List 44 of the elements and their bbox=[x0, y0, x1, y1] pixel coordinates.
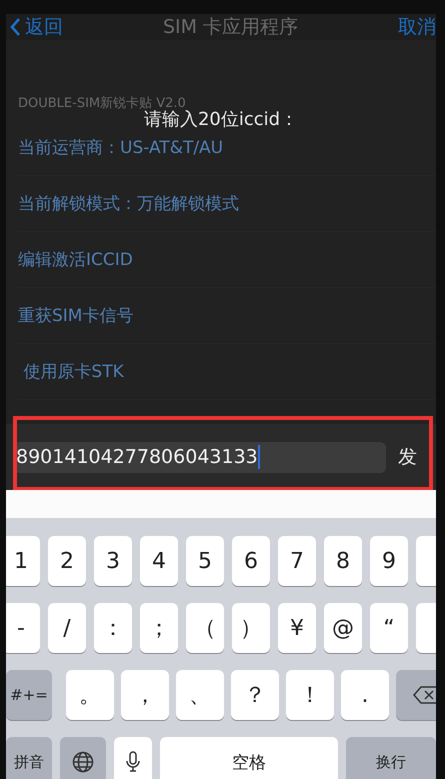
key[interactable]: ？ bbox=[231, 670, 279, 720]
key[interactable]: “ bbox=[370, 603, 408, 653]
key[interactable]: 拼音 bbox=[6, 737, 52, 779]
menu-item[interactable]: 当前解锁模式：万能解锁模式 bbox=[18, 192, 239, 215]
key[interactable]: ， bbox=[121, 670, 169, 720]
input-field[interactable]: 89014104277806043133 bbox=[14, 442, 386, 472]
key[interactable]: ¥ bbox=[278, 603, 316, 653]
key[interactable]: 5 bbox=[186, 536, 224, 586]
chevron-left-icon bbox=[10, 18, 21, 36]
space-key[interactable]: 空格 bbox=[160, 737, 338, 779]
globe-icon bbox=[72, 751, 94, 773]
globe-key[interactable] bbox=[60, 737, 106, 779]
menu-item[interactable]: 使用原卡STK bbox=[18, 360, 124, 383]
dialog-prompt: 请输入20位iccid： bbox=[142, 109, 300, 131]
key[interactable]: - bbox=[6, 603, 40, 653]
key[interactable]: 8 bbox=[324, 536, 362, 586]
send-button[interactable]: 发 bbox=[398, 444, 417, 470]
key[interactable]: #+= bbox=[6, 670, 52, 720]
key[interactable]: 7 bbox=[278, 536, 316, 586]
key[interactable]: ） bbox=[232, 603, 270, 653]
key[interactable]: 2 bbox=[48, 536, 86, 586]
microphone-key[interactable] bbox=[114, 737, 152, 779]
menu-item[interactable]: 编辑激活ICCID bbox=[18, 248, 133, 271]
key[interactable]: 6 bbox=[232, 536, 270, 586]
key[interactable]: 9 bbox=[370, 536, 408, 586]
key[interactable]: 换行 bbox=[346, 737, 436, 779]
key[interactable]: （ bbox=[186, 603, 224, 653]
section-header: DOUBLE-SIM新锐卡贴 V2.0 bbox=[18, 96, 186, 111]
delete-icon bbox=[413, 686, 436, 704]
key[interactable]: . bbox=[341, 670, 389, 720]
key[interactable]: @ bbox=[324, 603, 362, 653]
menu-item[interactable]: 当前运营商：US-AT&T/AU bbox=[18, 136, 224, 159]
menu-item[interactable]: 重获SIM卡信号 bbox=[18, 304, 134, 327]
key[interactable]: 3 bbox=[94, 536, 132, 586]
key[interactable]: ： bbox=[94, 603, 132, 653]
key[interactable]: ！ bbox=[286, 670, 334, 720]
key[interactable]: 。 bbox=[66, 670, 114, 720]
key[interactable]: / bbox=[48, 603, 86, 653]
key[interactable]: ； bbox=[140, 603, 178, 653]
key[interactable]: 1 bbox=[6, 536, 40, 586]
screen-title: SIM 卡应用程序 bbox=[162, 15, 298, 40]
key[interactable]: 、 bbox=[176, 670, 224, 720]
key[interactable]: 4 bbox=[140, 536, 178, 586]
microphone-icon bbox=[126, 751, 140, 773]
